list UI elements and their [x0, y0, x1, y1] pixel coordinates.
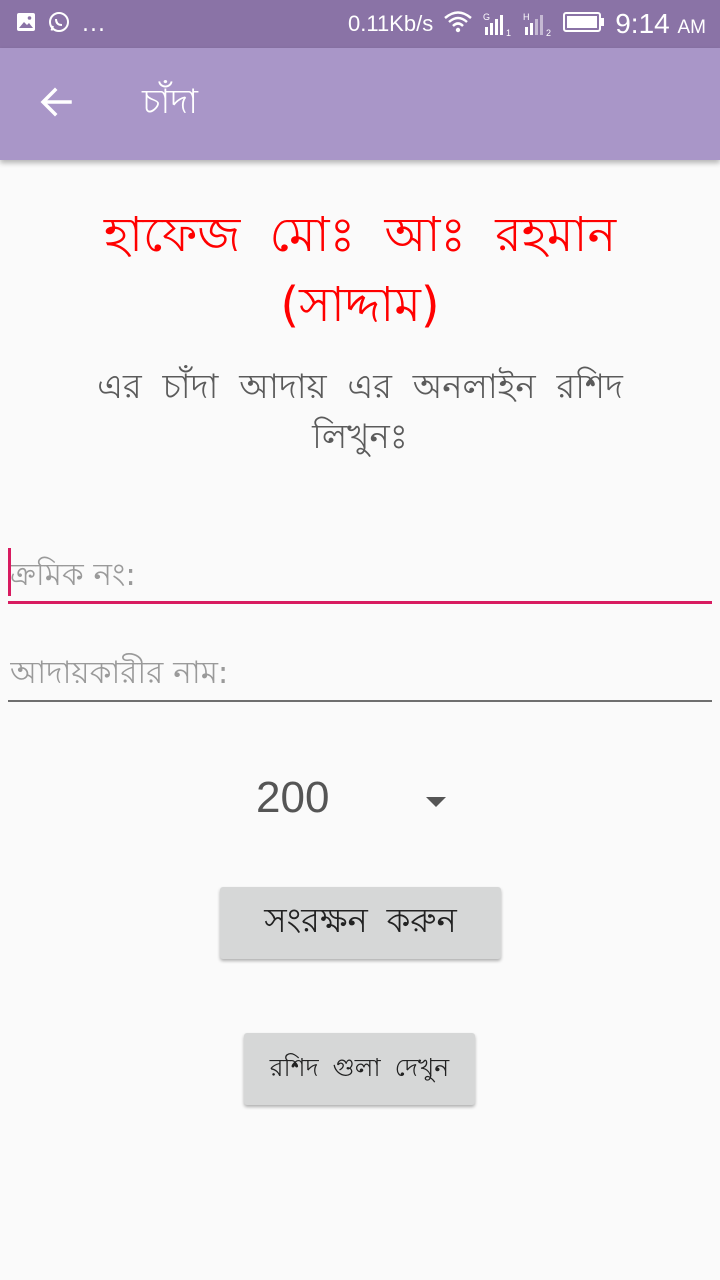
more-notifications: ...: [82, 11, 106, 37]
collector-name-input[interactable]: [8, 646, 712, 700]
battery-icon: [563, 11, 605, 37]
whatsapp-icon: [48, 11, 70, 37]
signal-h-icon: H 2: [523, 11, 553, 37]
status-bar: ... 0.11Kb/s G 1 H 2 9:14 AM: [0, 0, 720, 48]
app-bar: চাঁদা: [0, 48, 720, 160]
signal-g-label: G: [483, 12, 490, 22]
serial-number-field[interactable]: [8, 548, 712, 604]
text-cursor: [8, 548, 11, 596]
back-button[interactable]: [24, 72, 88, 136]
collector-name-field[interactable]: [8, 646, 712, 702]
amount-selected-value: 200: [256, 773, 330, 822]
signal-g-icon: G 1: [483, 11, 513, 37]
clock-time: 9:14: [615, 8, 670, 39]
instruction-text: এর চাঁদা আদায় এর অনলাইন রশিদ লিখুনঃ: [97, 367, 623, 457]
save-button[interactable]: সংরক্ষন করুন: [220, 887, 501, 959]
network-speed: 0.11Kb/s: [348, 11, 434, 36]
chevron-down-icon: [426, 797, 446, 807]
donor-name-heading: হাফেজ মোঃ আঃ রহমান (সাদ্দাম): [103, 207, 617, 333]
arrow-back-icon: [38, 84, 74, 124]
amount-dropdown[interactable]: 200: [250, 765, 470, 831]
serial-number-input[interactable]: [8, 548, 712, 601]
image-icon: [16, 12, 36, 36]
signal-h-label: H: [523, 12, 530, 22]
wifi-icon: [443, 10, 473, 38]
sim1-label: 1: [506, 28, 511, 37]
clock: 9:14 AM: [615, 8, 706, 40]
view-receipts-button[interactable]: রশিদ গুলা দেখুন: [244, 1033, 475, 1105]
sim2-label: 2: [546, 28, 551, 37]
clock-ampm: AM: [677, 17, 707, 38]
page-title: চাঁদা: [142, 81, 198, 122]
